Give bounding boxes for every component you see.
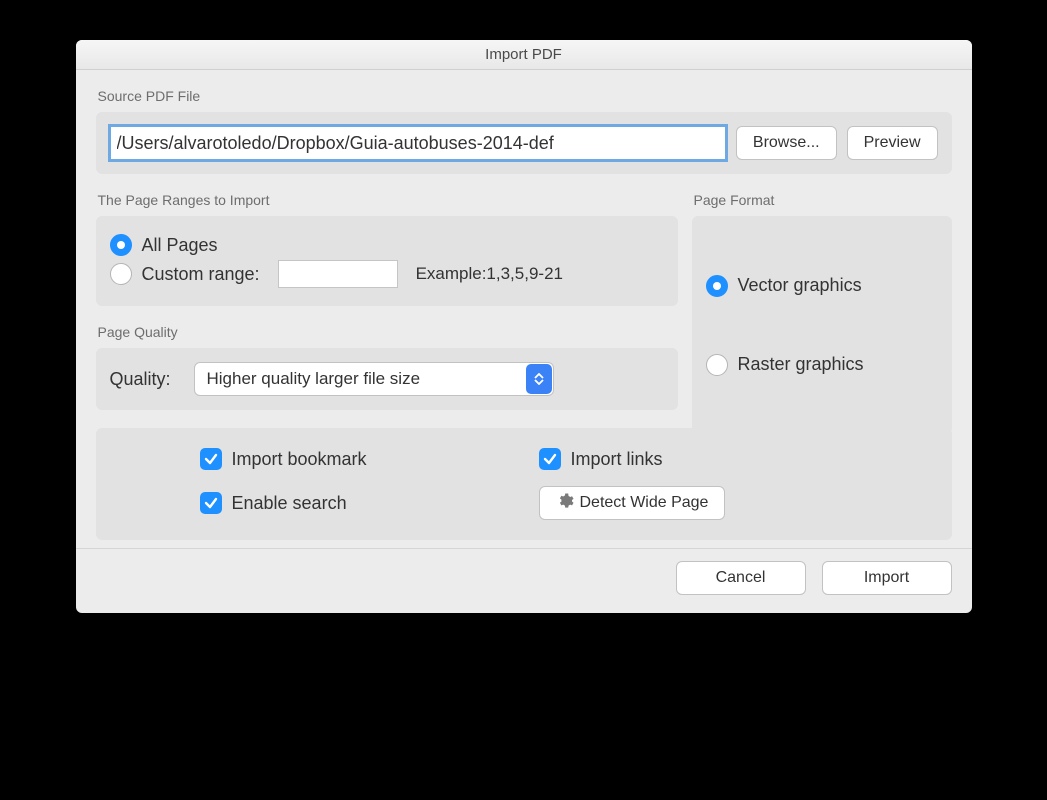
checkbox-icon (539, 448, 561, 470)
vector-label: Vector graphics (738, 275, 862, 296)
detect-wide-page-button[interactable]: Detect Wide Page (539, 486, 726, 520)
import-links-checkbox[interactable]: Import links (539, 448, 848, 470)
radio-icon (110, 234, 132, 256)
quality-panel: Quality: Higher quality larger file size (96, 348, 678, 410)
detect-wide-page-label: Detect Wide Page (580, 494, 709, 512)
raster-label: Raster graphics (738, 354, 864, 375)
vector-radio-row[interactable]: Vector graphics (706, 275, 938, 297)
format-section-label: Page Format (694, 192, 952, 208)
all-pages-label: All Pages (142, 235, 218, 256)
gear-icon (556, 492, 574, 515)
ranges-panel: All Pages Custom range: Example:1,3,5,9-… (96, 216, 678, 306)
radio-icon (706, 275, 728, 297)
dialog-footer: Cancel Import (76, 548, 972, 613)
custom-range-label: Custom range: (142, 264, 260, 285)
preview-button[interactable]: Preview (847, 126, 938, 160)
radio-icon (706, 354, 728, 376)
ranges-section-label: The Page Ranges to Import (98, 192, 678, 208)
custom-range-radio-row[interactable]: Custom range: Example:1,3,5,9-21 (110, 260, 664, 288)
all-pages-radio-row[interactable]: All Pages (110, 234, 664, 256)
checkbox-icon (200, 448, 222, 470)
import-bookmark-label: Import bookmark (232, 449, 367, 470)
quality-selected-value: Higher quality larger file size (194, 362, 554, 396)
source-panel: Browse... Preview (96, 112, 952, 174)
browse-button[interactable]: Browse... (736, 126, 837, 160)
enable-search-label: Enable search (232, 493, 347, 514)
checkbox-icon (200, 492, 222, 514)
dialog-title: Import PDF (76, 40, 972, 70)
import-links-label: Import links (571, 449, 663, 470)
custom-range-example: Example:1,3,5,9-21 (416, 264, 563, 284)
import-button[interactable]: Import (822, 561, 952, 595)
radio-icon (110, 263, 132, 285)
enable-search-checkbox[interactable]: Enable search (200, 486, 509, 520)
custom-range-input[interactable] (278, 260, 398, 288)
quality-select[interactable]: Higher quality larger file size (194, 362, 554, 396)
options-panel: Import bookmark Import links Enable sear… (96, 428, 952, 540)
format-panel: Vector graphics Raster graphics (692, 216, 952, 434)
import-bookmark-checkbox[interactable]: Import bookmark (200, 448, 509, 470)
source-path-input[interactable] (110, 126, 726, 160)
quality-section-label: Page Quality (98, 324, 678, 340)
dialog-content: Source PDF File Browse... Preview The Pa… (76, 70, 972, 548)
quality-label: Quality: (110, 369, 180, 390)
raster-radio-row[interactable]: Raster graphics (706, 354, 938, 376)
select-arrows-icon (526, 364, 552, 394)
source-section-label: Source PDF File (98, 88, 952, 104)
cancel-button[interactable]: Cancel (676, 561, 806, 595)
import-pdf-dialog: Import PDF Source PDF File Browse... Pre… (76, 40, 972, 613)
